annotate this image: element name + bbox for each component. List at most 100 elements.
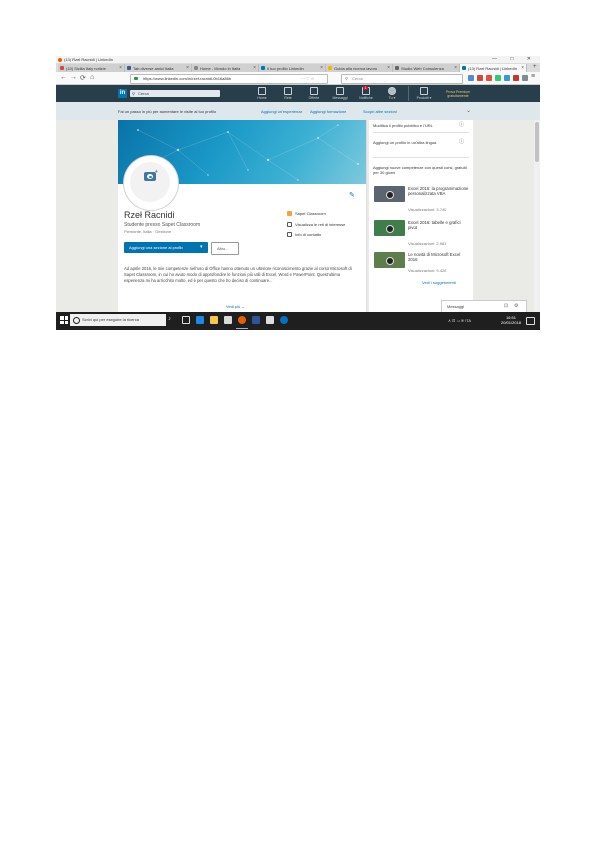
nav-premium[interactable]: Prova Premium gratuitamente xyxy=(438,89,478,98)
profile-location: Piemonte, Italia · Gestione xyxy=(124,229,172,234)
page-scrollbar[interactable] xyxy=(534,120,540,312)
course-title[interactable]: Le novità di Microsoft Excel 2016 xyxy=(408,252,470,262)
store-icon[interactable] xyxy=(224,316,232,324)
window-controls[interactable]: — □ ✕ xyxy=(492,56,537,62)
course-thumbnail[interactable] xyxy=(374,186,405,202)
info-icon[interactable]: ⓘ xyxy=(459,121,464,128)
banner-link[interactable]: Aggiungi un'esperienza xyxy=(261,109,302,114)
learning-title: Aggiungi nuove competenze con questi cor… xyxy=(373,165,467,175)
chevron-down-icon[interactable]: ⌄ xyxy=(466,107,471,114)
contact-card-icon xyxy=(287,232,292,237)
browser-tab[interactable]: Tab diverse amici Italia × xyxy=(125,64,192,72)
info-icon[interactable]: ⓘ xyxy=(459,138,464,145)
nav-home[interactable]: Home xyxy=(250,87,274,100)
task-view-icon[interactable] xyxy=(182,316,190,324)
close-icon[interactable]: × xyxy=(119,65,122,71)
course-title[interactable]: Excel 2016: la programmazione personaliz… xyxy=(408,186,470,196)
profile-strength-banner: Fai un passo in più per aumentare le vis… xyxy=(56,102,540,121)
course-views: Visualizzazioni: 3.740 xyxy=(408,207,447,212)
mail-icon[interactable] xyxy=(266,316,274,324)
browser-tab[interactable]: Home - Mondo in Italia × xyxy=(192,64,259,72)
close-icon[interactable]: × xyxy=(454,65,457,71)
nav-label: Rete xyxy=(284,96,292,100)
browser-tab[interactable]: Il tuo profilo Linkedin × xyxy=(259,64,326,72)
edit-icon[interactable]: ✎ xyxy=(349,191,355,199)
contact-info-link[interactable]: Info di contatto xyxy=(295,232,321,237)
library-icon[interactable] xyxy=(468,75,474,81)
compose-icon[interactable]: ⊡ xyxy=(504,303,508,309)
banner-link[interactable]: Scopri altre sezioni xyxy=(363,109,397,114)
browser-tab-active[interactable]: (13) Rzeł Racnidi | LinkedIn × xyxy=(460,64,527,72)
nav-network[interactable]: Rete xyxy=(276,87,300,100)
taskbar-search-input[interactable]: Scrivi qui per eseguire la ricerca xyxy=(70,314,166,326)
new-tab-button[interactable]: + xyxy=(533,64,537,70)
tab-favicon-icon xyxy=(127,66,131,70)
search-placeholder: Cerca xyxy=(138,91,149,96)
nav-messaging[interactable]: Messaggi xyxy=(328,87,352,100)
home-button[interactable]: ⌂ xyxy=(90,74,94,81)
plus-icon: + xyxy=(155,169,158,175)
browser-tab[interactable]: Guida alla ricerca lavoro × xyxy=(326,64,393,72)
tab-label: Guida alla ricerca lavoro xyxy=(334,66,378,71)
file-explorer-icon[interactable] xyxy=(210,316,218,324)
close-icon[interactable]: × xyxy=(253,65,256,71)
windows-start-icon[interactable] xyxy=(60,316,68,324)
profile-network-link[interactable]: Visualizza le reti di interesse xyxy=(295,222,361,227)
extension-icon[interactable] xyxy=(477,75,483,81)
close-icon[interactable]: × xyxy=(387,65,390,71)
window-titlebar: (13) Rzeł Racnidi | LinkedIn — □ ✕ xyxy=(56,56,540,63)
browser-tab[interactable]: (19) Sicilia Italy notizie × xyxy=(58,64,125,72)
reload-button[interactable]: ⟳ xyxy=(80,74,86,82)
microphone-icon[interactable]: ♪ xyxy=(168,316,171,322)
more-button[interactable]: Altro... xyxy=(211,242,239,255)
tab-favicon-icon xyxy=(60,66,64,70)
page-actions-icon[interactable]: ··· ♡ ☆ xyxy=(301,76,314,81)
nav-jobs[interactable]: Offerte xyxy=(302,87,326,100)
nav-me[interactable]: Tu ▾ xyxy=(380,87,404,100)
url-bar[interactable]: https://www.linkedin.com/in/rzef-racnidi… xyxy=(130,74,328,84)
close-icon[interactable]: × xyxy=(521,65,524,71)
course-title[interactable]: Excel 2016: tabelle e grafici pivot xyxy=(408,220,470,230)
course-thumbnail[interactable] xyxy=(374,220,405,236)
edit-public-profile-link[interactable]: Modifica il profilo pubblico e l'URL xyxy=(373,123,433,128)
add-profile-section-button[interactable]: Aggiungi una sezione al profilo ▾ xyxy=(124,242,208,253)
system-tray[interactable]: ∧ ⊡ ◅ ≋ ITA xyxy=(448,318,471,323)
chat-icon xyxy=(336,87,344,95)
firefox-icon[interactable] xyxy=(238,316,246,324)
edge-icon[interactable] xyxy=(196,316,204,324)
extension-icon[interactable] xyxy=(513,75,519,81)
see-more-link[interactable]: Vedi più ⌄ xyxy=(226,304,245,309)
linkedin-logo-icon[interactable]: in xyxy=(118,89,127,98)
course-thumbnail[interactable] xyxy=(374,252,405,268)
settings-icon[interactable]: ⚙ xyxy=(514,303,518,309)
linkedin-search-input[interactable]: ⚲ Cerca xyxy=(130,90,220,97)
banner-link[interactable]: Aggiungi formazione xyxy=(310,109,346,114)
extension-icon[interactable] xyxy=(486,75,492,81)
back-button[interactable]: ← xyxy=(60,74,67,81)
hamburger-menu-icon[interactable]: ≡ xyxy=(531,73,535,80)
forward-button[interactable]: → xyxy=(70,74,77,81)
extension-icon[interactable] xyxy=(504,75,510,81)
taskbar-clock[interactable]: 16:51 20/01/2018 xyxy=(501,315,521,325)
browser-tab[interactable]: Studio Web Consulenza × xyxy=(393,64,460,72)
notification-badge: 1 xyxy=(363,86,368,90)
add-language-profile-link[interactable]: Aggiungi un profilo in un'altra lingua xyxy=(373,140,457,145)
see-suggestions-link[interactable]: Vedi i suggerimenti xyxy=(422,280,456,285)
close-icon[interactable]: × xyxy=(186,65,189,71)
scrollbar-thumb[interactable] xyxy=(535,122,539,162)
outlook-icon[interactable] xyxy=(280,316,288,324)
profile-company[interactable]: Sapet Classroom xyxy=(295,211,326,216)
home-icon xyxy=(258,87,266,95)
nav-label: Home xyxy=(257,96,267,100)
tab-label: Home - Mondo in Italia xyxy=(200,66,241,71)
extension-icon[interactable] xyxy=(495,75,501,81)
action-center-icon[interactable] xyxy=(526,317,535,325)
word-icon[interactable] xyxy=(252,316,260,324)
banner-message: Fai un passo in più per aumentare le vis… xyxy=(118,109,217,114)
close-icon[interactable]: × xyxy=(320,65,323,71)
nav-label: Offerte xyxy=(308,96,320,100)
browser-search-input[interactable]: ⚲ Cerca xyxy=(341,74,463,84)
extension-icon[interactable] xyxy=(522,75,528,81)
tab-favicon-icon xyxy=(194,66,198,70)
nav-products[interactable]: Prodotti ▾ xyxy=(412,87,436,100)
